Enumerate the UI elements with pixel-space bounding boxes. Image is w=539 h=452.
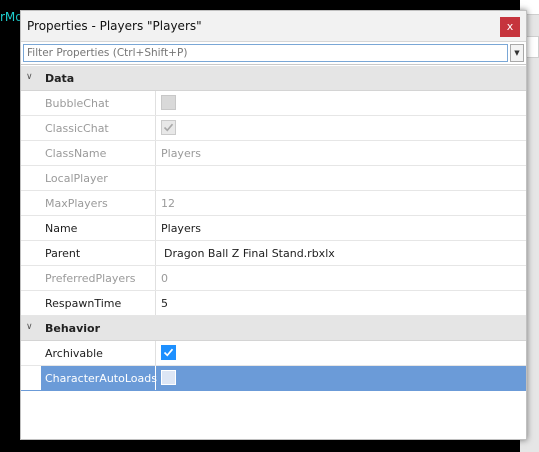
- close-icon: x: [506, 20, 514, 33]
- section-label: Data: [45, 72, 75, 85]
- property-row-characterautoloads[interactable]: CharacterAutoLoads: [21, 366, 526, 391]
- properties-list: ∨ Data BubbleChat ClassicChat ClassName …: [21, 66, 526, 391]
- property-name: Name: [21, 216, 156, 240]
- property-name: Parent: [21, 241, 156, 265]
- checkmark-icon: [163, 123, 174, 132]
- property-value: Players: [161, 147, 201, 160]
- property-row-preferredplayers[interactable]: PreferredPlayers 0: [21, 266, 526, 291]
- property-name: MaxPlayers: [21, 191, 156, 215]
- bubblechat-checkbox: [161, 95, 176, 110]
- property-row-respawntime[interactable]: RespawnTime 5: [21, 291, 526, 316]
- property-row-archivable[interactable]: Archivable: [21, 341, 526, 366]
- close-button[interactable]: x: [500, 17, 520, 37]
- property-row-maxplayers[interactable]: MaxPlayers 12: [21, 191, 526, 216]
- checkmark-icon: [163, 348, 174, 357]
- parent-value-field[interactable]: Dragon Ball Z Final Stand.rbxlx: [164, 247, 335, 260]
- property-value: 12: [161, 197, 175, 210]
- chevron-down-icon: ▼: [514, 49, 520, 57]
- characterautoloads-checkbox[interactable]: [161, 370, 176, 385]
- property-name: Archivable: [21, 341, 156, 365]
- property-value: 0: [161, 272, 168, 285]
- name-value-field[interactable]: Players: [161, 222, 201, 235]
- filter-properties-input[interactable]: [23, 44, 508, 62]
- title-bar[interactable]: Properties - Players "Players" x: [21, 11, 526, 42]
- property-row-bubblechat[interactable]: BubbleChat: [21, 91, 526, 116]
- archivable-checkbox[interactable]: [161, 345, 176, 360]
- property-name: ClassName: [21, 141, 156, 165]
- section-label: Behavior: [45, 322, 101, 335]
- property-name: BubbleChat: [21, 91, 156, 115]
- property-name: LocalPlayer: [21, 166, 156, 190]
- property-name: PreferredPlayers: [21, 266, 156, 290]
- chevron-down-icon[interactable]: ∨: [26, 322, 33, 332]
- section-data[interactable]: ∨ Data: [21, 66, 526, 91]
- property-name: RespawnTime: [21, 291, 156, 315]
- property-row-name[interactable]: Name Players: [21, 216, 526, 241]
- row-indent: [21, 366, 41, 390]
- respawntime-value-field[interactable]: 5: [161, 297, 168, 310]
- properties-window: Properties - Players "Players" x ▼ ∨ Dat…: [20, 10, 527, 440]
- section-behavior[interactable]: ∨ Behavior: [21, 316, 526, 341]
- window-title: Properties - Players "Players": [27, 19, 202, 33]
- property-row-localplayer[interactable]: LocalPlayer: [21, 166, 526, 191]
- classicchat-checkbox: [161, 120, 176, 135]
- chevron-down-icon[interactable]: ∨: [26, 72, 33, 82]
- property-row-classicchat[interactable]: ClassicChat: [21, 116, 526, 141]
- property-name: CharacterAutoLoads: [41, 366, 157, 390]
- filter-dropdown-button[interactable]: ▼: [510, 44, 524, 62]
- property-row-classname[interactable]: ClassName Players: [21, 141, 526, 166]
- property-row-parent[interactable]: Parent Dragon Ball Z Final Stand.rbxlx: [21, 241, 526, 266]
- filter-bar: ▼: [21, 42, 526, 65]
- property-name: ClassicChat: [21, 116, 156, 140]
